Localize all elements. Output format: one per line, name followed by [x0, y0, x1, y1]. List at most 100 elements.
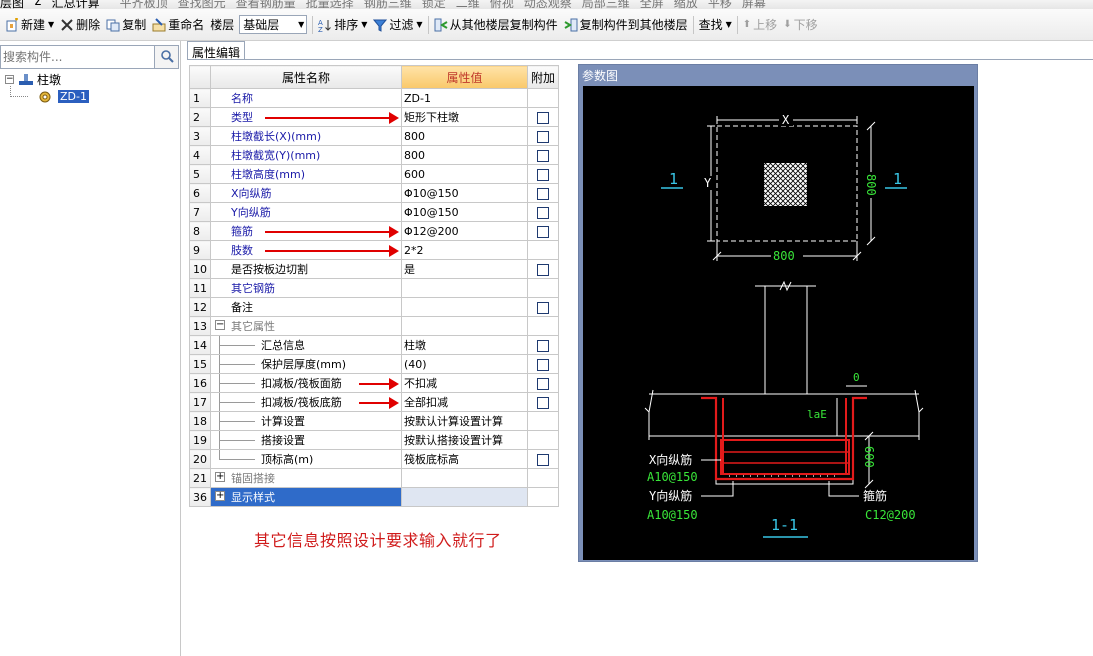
extra-checkbox[interactable]	[537, 149, 549, 162]
property-value[interactable]: 按默认搭接设置计算	[401, 430, 528, 450]
extra-cell[interactable]	[527, 259, 559, 279]
property-row[interactable]: 12 备注	[189, 297, 559, 317]
extra-checkbox[interactable]	[537, 225, 549, 238]
filter-button[interactable]: 过滤 ▼	[370, 14, 425, 36]
top-menu-item[interactable]: 钢筋三维	[364, 0, 412, 9]
property-row[interactable]: 2 类型 矩形下柱墩	[189, 107, 559, 127]
property-value[interactable]	[401, 487, 528, 507]
extra-cell[interactable]	[527, 449, 559, 469]
collapse-icon[interactable]: −	[5, 75, 14, 84]
extra-checkbox[interactable]	[537, 396, 549, 409]
property-row[interactable]: 16 扣减板/筏板面筋 不扣减	[189, 373, 559, 393]
tree-node-child[interactable]: ZD-1	[0, 86, 180, 105]
expand-icon[interactable]: +	[215, 491, 225, 501]
property-value[interactable]: 不扣减	[401, 373, 528, 393]
property-value[interactable]	[401, 297, 528, 317]
property-value[interactable]: 柱墩	[401, 335, 528, 355]
property-value[interactable]: ZD-1	[401, 88, 528, 108]
floor-dropdown[interactable]: 基础层 ▼	[239, 15, 308, 34]
property-row[interactable]: 19 搭接设置 按默认搭接设置计算	[189, 430, 559, 450]
property-value[interactable]: 是	[401, 259, 528, 279]
property-value[interactable]: Φ10@150	[401, 202, 528, 222]
property-row[interactable]: 18 计算设置 按默认计算设置计算	[189, 411, 559, 431]
top-menu-item[interactable]: 全屏	[640, 0, 664, 9]
top-menu-item[interactable]: 动态观察	[524, 0, 572, 9]
property-row[interactable]: 1 名称 ZD-1	[189, 88, 559, 108]
property-row[interactable]: 14 汇总信息 柱墩	[189, 335, 559, 355]
top-menu-item[interactable]: 缩放	[674, 0, 698, 9]
extra-checkbox[interactable]	[537, 206, 549, 219]
extra-checkbox[interactable]	[537, 168, 549, 181]
property-value[interactable]: 800	[401, 126, 528, 146]
extra-checkbox[interactable]	[537, 453, 549, 466]
property-value[interactable]	[401, 316, 528, 336]
top-menu-item[interactable]: 平移	[708, 0, 732, 9]
property-value[interactable]: (40)	[401, 354, 528, 374]
top-menu-item[interactable]: Σ	[34, 0, 42, 9]
property-value[interactable]: 800	[401, 145, 528, 165]
extra-checkbox[interactable]	[537, 301, 549, 314]
property-value[interactable]	[401, 468, 528, 488]
rename-button[interactable]: 重命名	[149, 14, 207, 36]
property-row[interactable]: 5 柱墩高度(mm) 600	[189, 164, 559, 184]
extra-cell[interactable]	[527, 354, 559, 374]
property-value[interactable]: 600	[401, 164, 528, 184]
extra-cell[interactable]	[527, 126, 559, 146]
top-menu-item[interactable]: 平齐板顶	[120, 0, 168, 9]
extra-checkbox[interactable]	[537, 130, 549, 143]
top-menu-item[interactable]: 汇总计算	[52, 0, 100, 9]
find-button[interactable]: 查找 ▼	[696, 14, 735, 36]
extra-cell[interactable]	[527, 373, 559, 393]
property-row[interactable]: 8 箍筋 Φ12@200	[189, 221, 559, 241]
top-menu-item[interactable]: 俯视	[490, 0, 514, 9]
extra-cell[interactable]	[527, 202, 559, 222]
property-row[interactable]: 4 柱墩截宽(Y)(mm) 800	[189, 145, 559, 165]
property-row[interactable]: 6 X向纵筋 Φ10@150	[189, 183, 559, 203]
property-row[interactable]: 20 顶标高(m) 筏板底标高	[189, 449, 559, 469]
search-button[interactable]	[155, 45, 179, 69]
extra-checkbox[interactable]	[537, 358, 549, 371]
extra-cell[interactable]	[527, 335, 559, 355]
property-row[interactable]: 10 是否按板边切割 是	[189, 259, 559, 279]
property-value[interactable]: 全部扣减	[401, 392, 528, 412]
property-value[interactable]: Φ12@200	[401, 221, 528, 241]
extra-cell[interactable]	[527, 392, 559, 412]
delete-button[interactable]: 删除	[57, 14, 103, 36]
top-menu-item[interactable]: 查找图元	[178, 0, 226, 9]
top-menu-item[interactable]: 批量选择	[306, 0, 354, 9]
search-input[interactable]	[0, 45, 155, 69]
top-menu-item[interactable]: 屏幕	[742, 0, 766, 9]
top-menu-item[interactable]: 局部三维	[582, 0, 630, 9]
property-value[interactable]: 按默认计算设置计算	[401, 411, 528, 431]
expand-icon[interactable]: +	[215, 472, 225, 482]
property-row[interactable]: 17 扣减板/筏板底筋 全部扣减	[189, 392, 559, 412]
property-value[interactable]: 筏板底标高	[401, 449, 528, 469]
property-row[interactable]: 7 Y向纵筋 Φ10@150	[189, 202, 559, 222]
move-down-button[interactable]: ⬇ 下移	[780, 14, 820, 36]
tab-property-editor[interactable]: 属性编辑	[187, 41, 245, 60]
new-button[interactable]: 新建 ▼	[2, 14, 57, 36]
top-menu-item[interactable]: 层图	[0, 0, 24, 9]
extra-checkbox[interactable]	[537, 187, 549, 200]
property-value[interactable]: 2*2	[401, 240, 528, 260]
copy-to-floor-button[interactable]: 复制构件到其他楼层	[561, 14, 691, 36]
sort-button[interactable]: AZ 排序 ▼	[315, 14, 370, 36]
property-row[interactable]: 36 + 显示样式	[189, 487, 559, 507]
extra-cell[interactable]	[527, 297, 559, 317]
copy-button[interactable]: 复制	[103, 14, 149, 36]
tree-node-root[interactable]: − 柱墩	[0, 71, 180, 88]
copy-from-floor-button[interactable]: 从其他楼层复制构件	[431, 14, 561, 36]
extra-checkbox[interactable]	[537, 111, 549, 124]
extra-cell[interactable]	[527, 183, 559, 203]
property-row[interactable]: 13− 其它属性	[189, 316, 559, 336]
extra-checkbox[interactable]	[537, 377, 549, 390]
property-row[interactable]: 15 保护层厚度(mm) (40)	[189, 354, 559, 374]
property-row[interactable]: 3 柱墩截长(X)(mm) 800	[189, 126, 559, 146]
property-value[interactable]: Φ10@150	[401, 183, 528, 203]
extra-cell[interactable]	[527, 145, 559, 165]
property-value[interactable]	[401, 278, 528, 298]
top-menu-item[interactable]: 锁定	[422, 0, 446, 9]
collapse-icon[interactable]: −	[215, 320, 225, 330]
property-value[interactable]: 矩形下柱墩	[401, 107, 528, 127]
extra-cell[interactable]	[527, 164, 559, 184]
